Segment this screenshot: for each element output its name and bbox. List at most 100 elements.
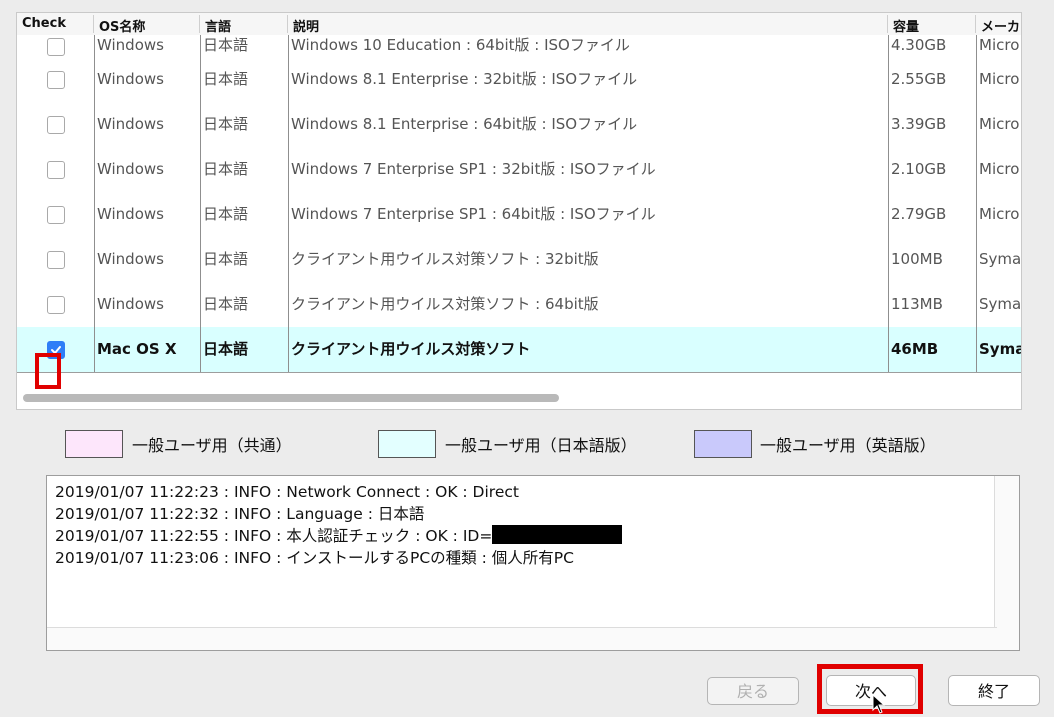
row-checkbox[interactable] (47, 116, 65, 134)
row-os: Windows (97, 160, 164, 178)
row-checkbox[interactable] (47, 296, 65, 314)
row-size: 3.39GB (891, 115, 947, 133)
column-gridline (288, 327, 289, 372)
column-gridline (976, 237, 977, 282)
table-header: Check OS名称 言語 説明 容量 メーカ (17, 13, 1021, 36)
quit-button[interactable]: 終了 (948, 675, 1040, 706)
table-row[interactable]: Windows 日本語 Windows 7 Enterprise SP1 : 32b… (17, 147, 1021, 192)
row-os: Windows (97, 250, 164, 268)
log-horizontal-scrollbar[interactable] (47, 627, 997, 650)
log-line-text: 2019/01/07 11:22:55 : INFO : 本人認証チェック : … (55, 527, 493, 545)
column-gridline (888, 192, 889, 237)
row-maker: Micro (979, 115, 1020, 133)
column-gridline (976, 102, 977, 147)
log-content: 2019/01/07 11:22:23 : INFO : Network Con… (55, 481, 623, 569)
row-checkbox[interactable] (47, 38, 65, 56)
column-header-os[interactable]: OS名称 (99, 16, 145, 35)
legend-swatch-japanese (378, 430, 436, 458)
log-vertical-scrollbar[interactable] (994, 476, 1019, 650)
row-os: Mac OS X (97, 340, 177, 358)
column-gridline (94, 35, 95, 57)
table-row[interactable]: Windows 日本語 クライアント用ウイルス対策ソフト : 32bit版 100MB… (17, 237, 1021, 282)
column-header-maker[interactable]: メーカ (981, 16, 1020, 35)
row-maker: Micro (979, 70, 1020, 88)
column-header-check[interactable]: Check (22, 16, 66, 31)
log-line-auth: 2019/01/07 11:22:55 : INFO : 本人認証チェック : … (55, 525, 623, 547)
column-gridline (94, 237, 95, 282)
row-os: Windows (97, 115, 164, 133)
table-row[interactable]: Windows 日本語 Windows 10 Education : 64bit版 … (17, 35, 1021, 57)
row-os: Windows (97, 295, 164, 313)
column-gridline (200, 57, 201, 102)
row-description: クライアント用ウイルス対策ソフト : 32bit版 (291, 250, 599, 268)
os-table: Check OS名称 言語 説明 容量 メーカ Windows 日本語 Window… (16, 12, 1022, 410)
table-row[interactable]: Windows 日本語 Windows 8.1 Enterprise : 32bit… (17, 57, 1021, 102)
legend-label-common: 一般ユーザ用（共通） (132, 436, 292, 455)
row-maker: Micro (979, 36, 1020, 54)
row-description: Windows 8.1 Enterprise : 64bit版 : ISOファイ… (291, 115, 638, 133)
row-language: 日本語 (203, 340, 249, 358)
row-os: Windows (97, 36, 164, 54)
column-gridline (288, 102, 289, 147)
column-divider (199, 15, 200, 33)
row-language: 日本語 (203, 70, 249, 88)
table-row[interactable]: Windows 日本語 Windows 7 Enterprise SP1 : 64b… (17, 192, 1021, 237)
column-gridline (200, 35, 201, 57)
row-maker: Syma (979, 295, 1022, 313)
log-line: 2019/01/07 11:23:06 : INFO : インストールするPCの… (55, 549, 574, 567)
column-gridline (200, 282, 201, 327)
column-gridline (976, 57, 977, 102)
column-gridline (288, 147, 289, 192)
column-divider (887, 15, 888, 33)
table-row[interactable]: Windows 日本語 クライアント用ウイルス対策ソフト : 64bit版 113MB… (17, 282, 1021, 327)
column-divider (93, 15, 94, 33)
column-gridline (976, 147, 977, 192)
column-gridline (288, 282, 289, 327)
row-description: Windows 7 Enterprise SP1 : 32bit版 : ISOフ… (291, 160, 656, 178)
table-row[interactable]: Mac OS X 日本語 クライアント用ウイルス対策ソフト 46MB Syma (17, 327, 1021, 372)
row-maker: Micro (979, 205, 1020, 223)
row-language: 日本語 (203, 295, 249, 313)
row-checkbox[interactable] (47, 206, 65, 224)
mouse-cursor-icon (872, 694, 886, 714)
column-gridline (976, 327, 977, 372)
column-gridline (200, 147, 201, 192)
column-gridline (888, 35, 889, 57)
log-textarea[interactable]: 2019/01/07 11:22:23 : INFO : Network Con… (46, 475, 1020, 651)
row-description: Windows 10 Education : 64bit版 : ISOファイル (291, 36, 630, 54)
highlight-box (817, 664, 923, 714)
column-gridline (94, 192, 95, 237)
legend-label-japanese: 一般ユーザ用（日本語版） (445, 436, 637, 455)
back-button[interactable]: 戻る (707, 677, 799, 705)
legend-swatch-english (694, 430, 752, 458)
column-header-size[interactable]: 容量 (893, 16, 919, 35)
column-gridline (288, 35, 289, 57)
column-header-description[interactable]: 説明 (293, 16, 319, 35)
row-os: Windows (97, 205, 164, 223)
row-size: 113MB (891, 295, 943, 313)
column-gridline (288, 237, 289, 282)
column-gridline (288, 192, 289, 237)
column-gridline (976, 282, 977, 327)
row-size: 2.79GB (891, 205, 947, 223)
row-checkbox[interactable] (47, 161, 65, 179)
row-language: 日本語 (203, 115, 249, 133)
table-row[interactable]: Windows 日本語 Windows 8.1 Enterprise : 64bit… (17, 102, 1021, 147)
horizontal-scrollbar[interactable] (23, 394, 559, 402)
row-description: Windows 8.1 Enterprise : 32bit版 : ISOファイ… (291, 70, 638, 88)
row-maker: Syma (979, 250, 1022, 268)
row-maker: Syma (979, 340, 1022, 358)
log-line: 2019/01/07 11:22:32 : INFO : Language : … (55, 505, 425, 523)
row-size: 4.30GB (891, 36, 947, 54)
column-header-language[interactable]: 言語 (205, 16, 231, 35)
row-description: クライアント用ウイルス対策ソフト : 64bit版 (291, 295, 599, 313)
column-gridline (976, 192, 977, 237)
row-description: Windows 7 Enterprise SP1 : 64bit版 : ISOフ… (291, 205, 656, 223)
row-checkbox[interactable] (47, 251, 65, 269)
column-gridline (94, 327, 95, 372)
column-gridline (94, 147, 95, 192)
row-language: 日本語 (203, 160, 249, 178)
row-description: クライアント用ウイルス対策ソフト (291, 340, 531, 358)
row-size: 100MB (891, 250, 943, 268)
row-checkbox[interactable] (47, 71, 65, 89)
